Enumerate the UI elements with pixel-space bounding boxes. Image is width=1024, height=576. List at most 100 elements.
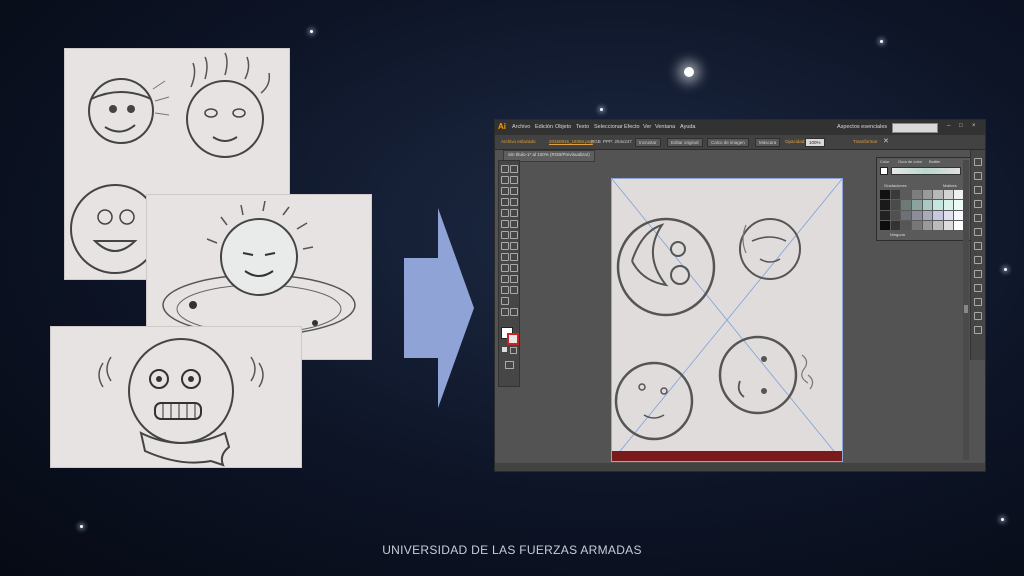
menu-item-ayuda[interactable]: Ayuda — [680, 124, 696, 130]
minimize-icon[interactable]: – — [947, 123, 950, 129]
color-swatch[interactable] — [943, 220, 954, 230]
hand-tool-icon[interactable] — [501, 308, 509, 316]
menu-item-edicion[interactable]: Edición — [535, 124, 553, 130]
menu-item-seleccionar[interactable]: Seleccionar — [594, 124, 623, 130]
color-swatch[interactable] — [911, 200, 922, 210]
pen-tool-icon[interactable] — [501, 187, 509, 195]
zoom-tool-icon[interactable] — [510, 308, 518, 316]
color-swatch[interactable] — [901, 210, 911, 220]
base-color-swatch[interactable] — [880, 167, 888, 175]
menu-item-archivo[interactable]: Archivo — [512, 124, 530, 130]
menu-item-texto[interactable]: Texto — [576, 124, 589, 130]
transparency-panel-icon[interactable] — [974, 256, 982, 264]
graph-tool-icon[interactable] — [501, 286, 509, 294]
color-swatch[interactable] — [933, 200, 943, 210]
color-swatch[interactable] — [880, 200, 890, 210]
screen-mode-icon[interactable] — [505, 361, 514, 369]
color-swatch[interactable] — [922, 210, 933, 220]
free-transform-tool-icon[interactable] — [501, 242, 509, 250]
align-icon[interactable]: ✕ — [883, 137, 889, 145]
menu-item-ver[interactable]: Ver — [643, 124, 651, 130]
appearance-panel-icon[interactable] — [974, 270, 982, 278]
tab-buttler[interactable]: Buttler — [929, 159, 941, 164]
color-swatch[interactable] — [922, 200, 933, 210]
artboard-image[interactable] — [611, 178, 843, 462]
color-swatch[interactable] — [901, 200, 911, 210]
color-panel-icon[interactable] — [974, 158, 982, 166]
warp-tool-icon[interactable] — [510, 231, 518, 239]
graphic-styles-panel-icon[interactable] — [974, 284, 982, 292]
mesh-tool-icon[interactable] — [510, 253, 518, 261]
scroll-thumb[interactable] — [964, 305, 968, 313]
gradient-panel-icon[interactable] — [974, 242, 982, 250]
shape-builder-tool-icon[interactable] — [510, 242, 518, 250]
stroke-swatch[interactable] — [507, 333, 519, 345]
image-trace-button[interactable]: Calco de imagen — [707, 138, 749, 147]
color-swatch[interactable] — [911, 190, 922, 200]
harmony-bar[interactable] — [891, 167, 961, 175]
color-guide-panel-icon[interactable] — [974, 172, 982, 180]
color-swatch[interactable] — [901, 190, 911, 200]
transform-link[interactable]: Transformar — [853, 139, 877, 144]
links-panel-icon[interactable] — [974, 326, 982, 334]
tab-color-guide[interactable]: Guía de color — [898, 159, 922, 164]
selection-tool-icon[interactable] — [501, 165, 509, 173]
artboards-panel-icon[interactable] — [974, 312, 982, 320]
stroke-panel-icon[interactable] — [974, 228, 982, 236]
artboard-tool-icon[interactable] — [510, 286, 518, 294]
mask-button[interactable]: Máscara — [755, 138, 781, 147]
draw-mode-icon[interactable] — [510, 347, 517, 354]
workspace-switcher[interactable]: Aspectos esenciales — [837, 124, 887, 130]
close-icon[interactable]: × — [972, 123, 976, 129]
blend-tool-icon[interactable] — [501, 275, 509, 283]
color-swatch[interactable] — [943, 210, 954, 220]
direct-selection-tool-icon[interactable] — [510, 165, 518, 173]
color-swatch[interactable] — [922, 190, 933, 200]
color-swatch[interactable] — [890, 210, 901, 220]
color-swatch[interactable] — [901, 220, 911, 230]
rotate-tool-icon[interactable] — [510, 220, 518, 228]
color-swatch[interactable] — [890, 200, 901, 210]
color-swatch[interactable] — [890, 190, 901, 200]
edit-original-button[interactable]: Editar original — [667, 138, 703, 147]
color-swatch[interactable] — [943, 190, 954, 200]
paintbrush-tool-icon[interactable] — [501, 209, 509, 217]
magic-wand-tool-icon[interactable] — [501, 176, 509, 184]
menu-item-ventana[interactable]: Ventana — [655, 124, 675, 130]
brushes-panel-icon[interactable] — [974, 200, 982, 208]
tab-color[interactable]: Color — [880, 159, 890, 164]
lasso-tool-icon[interactable] — [510, 176, 518, 184]
vertical-scrollbar[interactable] — [963, 160, 969, 460]
menu-item-objeto[interactable]: Objeto — [555, 124, 571, 130]
color-swatch[interactable] — [933, 210, 943, 220]
layers-panel-icon[interactable] — [974, 298, 982, 306]
gradient-tool-icon[interactable] — [501, 264, 509, 272]
color-swatch[interactable] — [911, 210, 922, 220]
type-tool-icon[interactable] — [510, 187, 518, 195]
perspective-grid-tool-icon[interactable] — [501, 253, 509, 261]
pencil-tool-icon[interactable] — [510, 209, 518, 217]
color-swatch[interactable] — [943, 200, 954, 210]
slice-tool-icon[interactable] — [501, 297, 509, 305]
linked-file-name[interactable]: 20160815_18355.png — [549, 139, 593, 144]
color-swatch[interactable] — [880, 190, 890, 200]
eyedropper-tool-icon[interactable] — [510, 264, 518, 272]
swatches-panel-icon[interactable] — [974, 186, 982, 194]
color-swatch[interactable] — [890, 220, 901, 230]
swap-colors-icon[interactable] — [502, 347, 507, 352]
symbols-panel-icon[interactable] — [974, 214, 982, 222]
embed-button[interactable]: Incrustar — [635, 138, 661, 147]
scale-tool-icon[interactable] — [501, 231, 509, 239]
menu-item-efecto[interactable]: Efecto — [624, 124, 640, 130]
color-swatch[interactable] — [922, 220, 933, 230]
rectangle-tool-icon[interactable] — [510, 198, 518, 206]
maximize-icon[interactable]: □ — [959, 123, 963, 129]
color-swatch[interactable] — [933, 220, 943, 230]
color-swatch[interactable] — [933, 190, 943, 200]
color-swatch[interactable] — [911, 220, 922, 230]
symbol-sprayer-tool-icon[interactable] — [510, 275, 518, 283]
opacity-field[interactable]: 100% — [805, 138, 825, 147]
line-tool-icon[interactable] — [501, 198, 509, 206]
eraser-tool-icon[interactable] — [501, 220, 509, 228]
color-swatch[interactable] — [880, 210, 890, 220]
